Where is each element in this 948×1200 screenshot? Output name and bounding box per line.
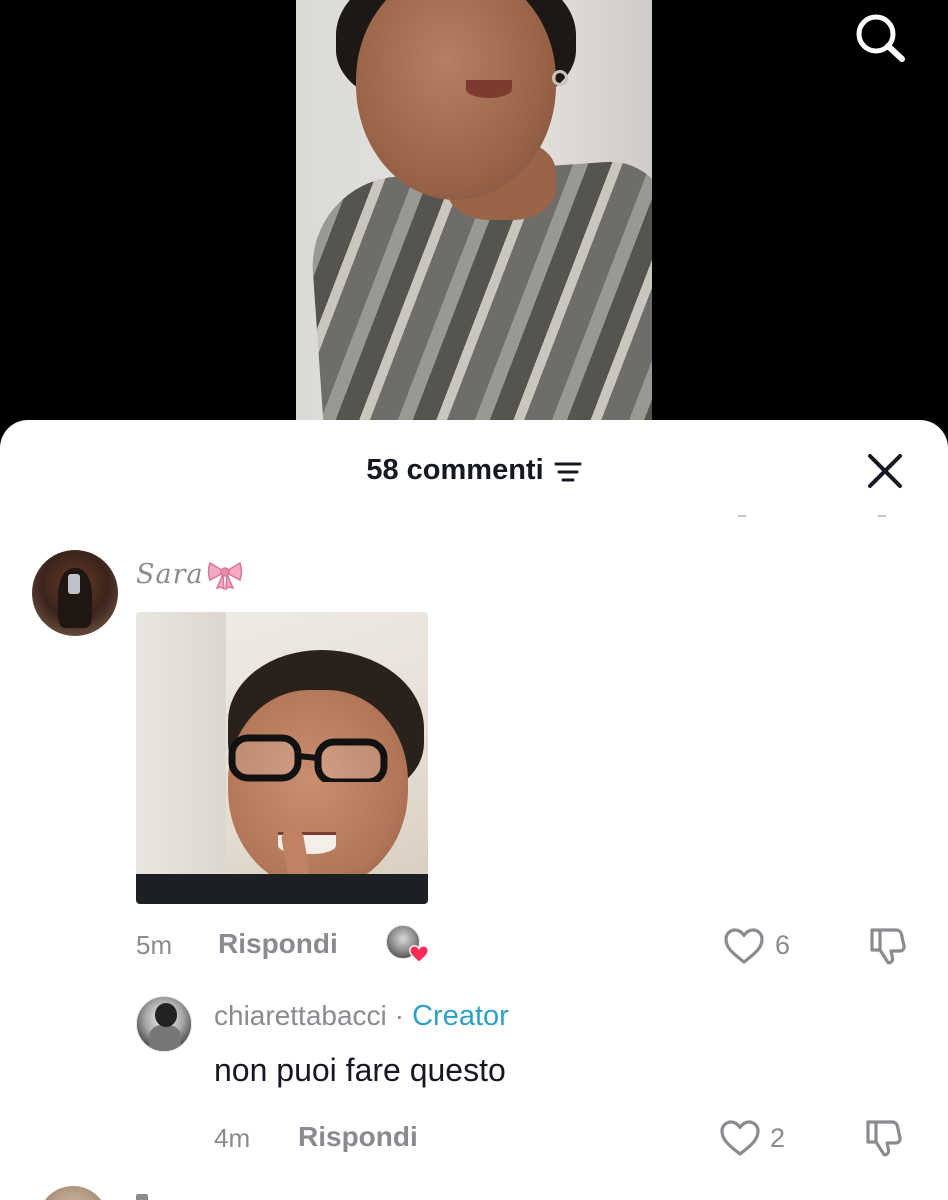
comments-sheet: 58 commenti Sara 5m Rispondi 6 chiaretta…: [0, 420, 948, 1200]
like-count: 2: [770, 1123, 786, 1153]
close-button[interactable]: [864, 450, 906, 492]
earring: [552, 70, 568, 86]
reply-button[interactable]: Rispondi: [298, 1121, 418, 1153]
avatar[interactable]: [38, 1186, 108, 1200]
reply-button[interactable]: Rispondi: [218, 928, 338, 960]
reply-username-row: chiarettabacci · Creator: [214, 1000, 509, 1033]
comment-username-text: Sara: [136, 558, 204, 590]
filter-lines-icon[interactable]: [554, 459, 582, 483]
comment-time: 5m: [136, 930, 173, 960]
comment-count-label: 58 commenti: [366, 454, 544, 486]
like-count: 6: [775, 930, 791, 960]
ribbon-bow-icon: [206, 558, 244, 591]
thumbs-down-icon: [870, 928, 906, 965]
dislike-button[interactable]: [866, 924, 910, 968]
scroll-hint: [738, 515, 746, 517]
image-subject-shirt: [136, 874, 428, 904]
scroll-hint: [878, 515, 886, 517]
avatar-body: [149, 1025, 181, 1051]
thumbs-down-icon: [866, 1120, 902, 1157]
search-button[interactable]: [852, 12, 908, 64]
mouth: [466, 80, 512, 98]
like-button[interactable]: [722, 924, 766, 968]
glasses-shape: [228, 734, 388, 782]
comment-image[interactable]: [136, 612, 428, 904]
heart-outline-icon: [724, 928, 764, 964]
avatar-phone: [68, 574, 80, 594]
creator-badge: Creator: [412, 1000, 509, 1032]
liked-by-creator-badge: [386, 925, 432, 967]
avatar-head: [155, 1003, 177, 1027]
heart-filled-icon: [409, 945, 429, 964]
heart-outline-icon: [720, 1120, 760, 1156]
reply-username[interactable]: chiarettabacci: [214, 1000, 387, 1032]
comments-header: 58 commenti: [0, 420, 948, 520]
search-icon: [856, 14, 905, 62]
avatar[interactable]: [32, 550, 118, 636]
dislike-button[interactable]: [862, 1116, 906, 1160]
username-separator: ·: [394, 1000, 405, 1031]
avatar[interactable]: [136, 996, 192, 1052]
like-button[interactable]: [718, 1116, 762, 1160]
reply-time: 4m: [214, 1123, 251, 1153]
comment-username[interactable]: Sara: [136, 558, 244, 591]
image-wall: [136, 612, 226, 904]
reply-text: non puoi fare questo: [214, 1052, 506, 1088]
comments-title: 58 commenti: [0, 454, 948, 487]
close-icon: [868, 454, 902, 488]
video-player[interactable]: [296, 0, 652, 420]
image-subject-face: [228, 690, 408, 890]
next-username-peek: [136, 1194, 148, 1200]
